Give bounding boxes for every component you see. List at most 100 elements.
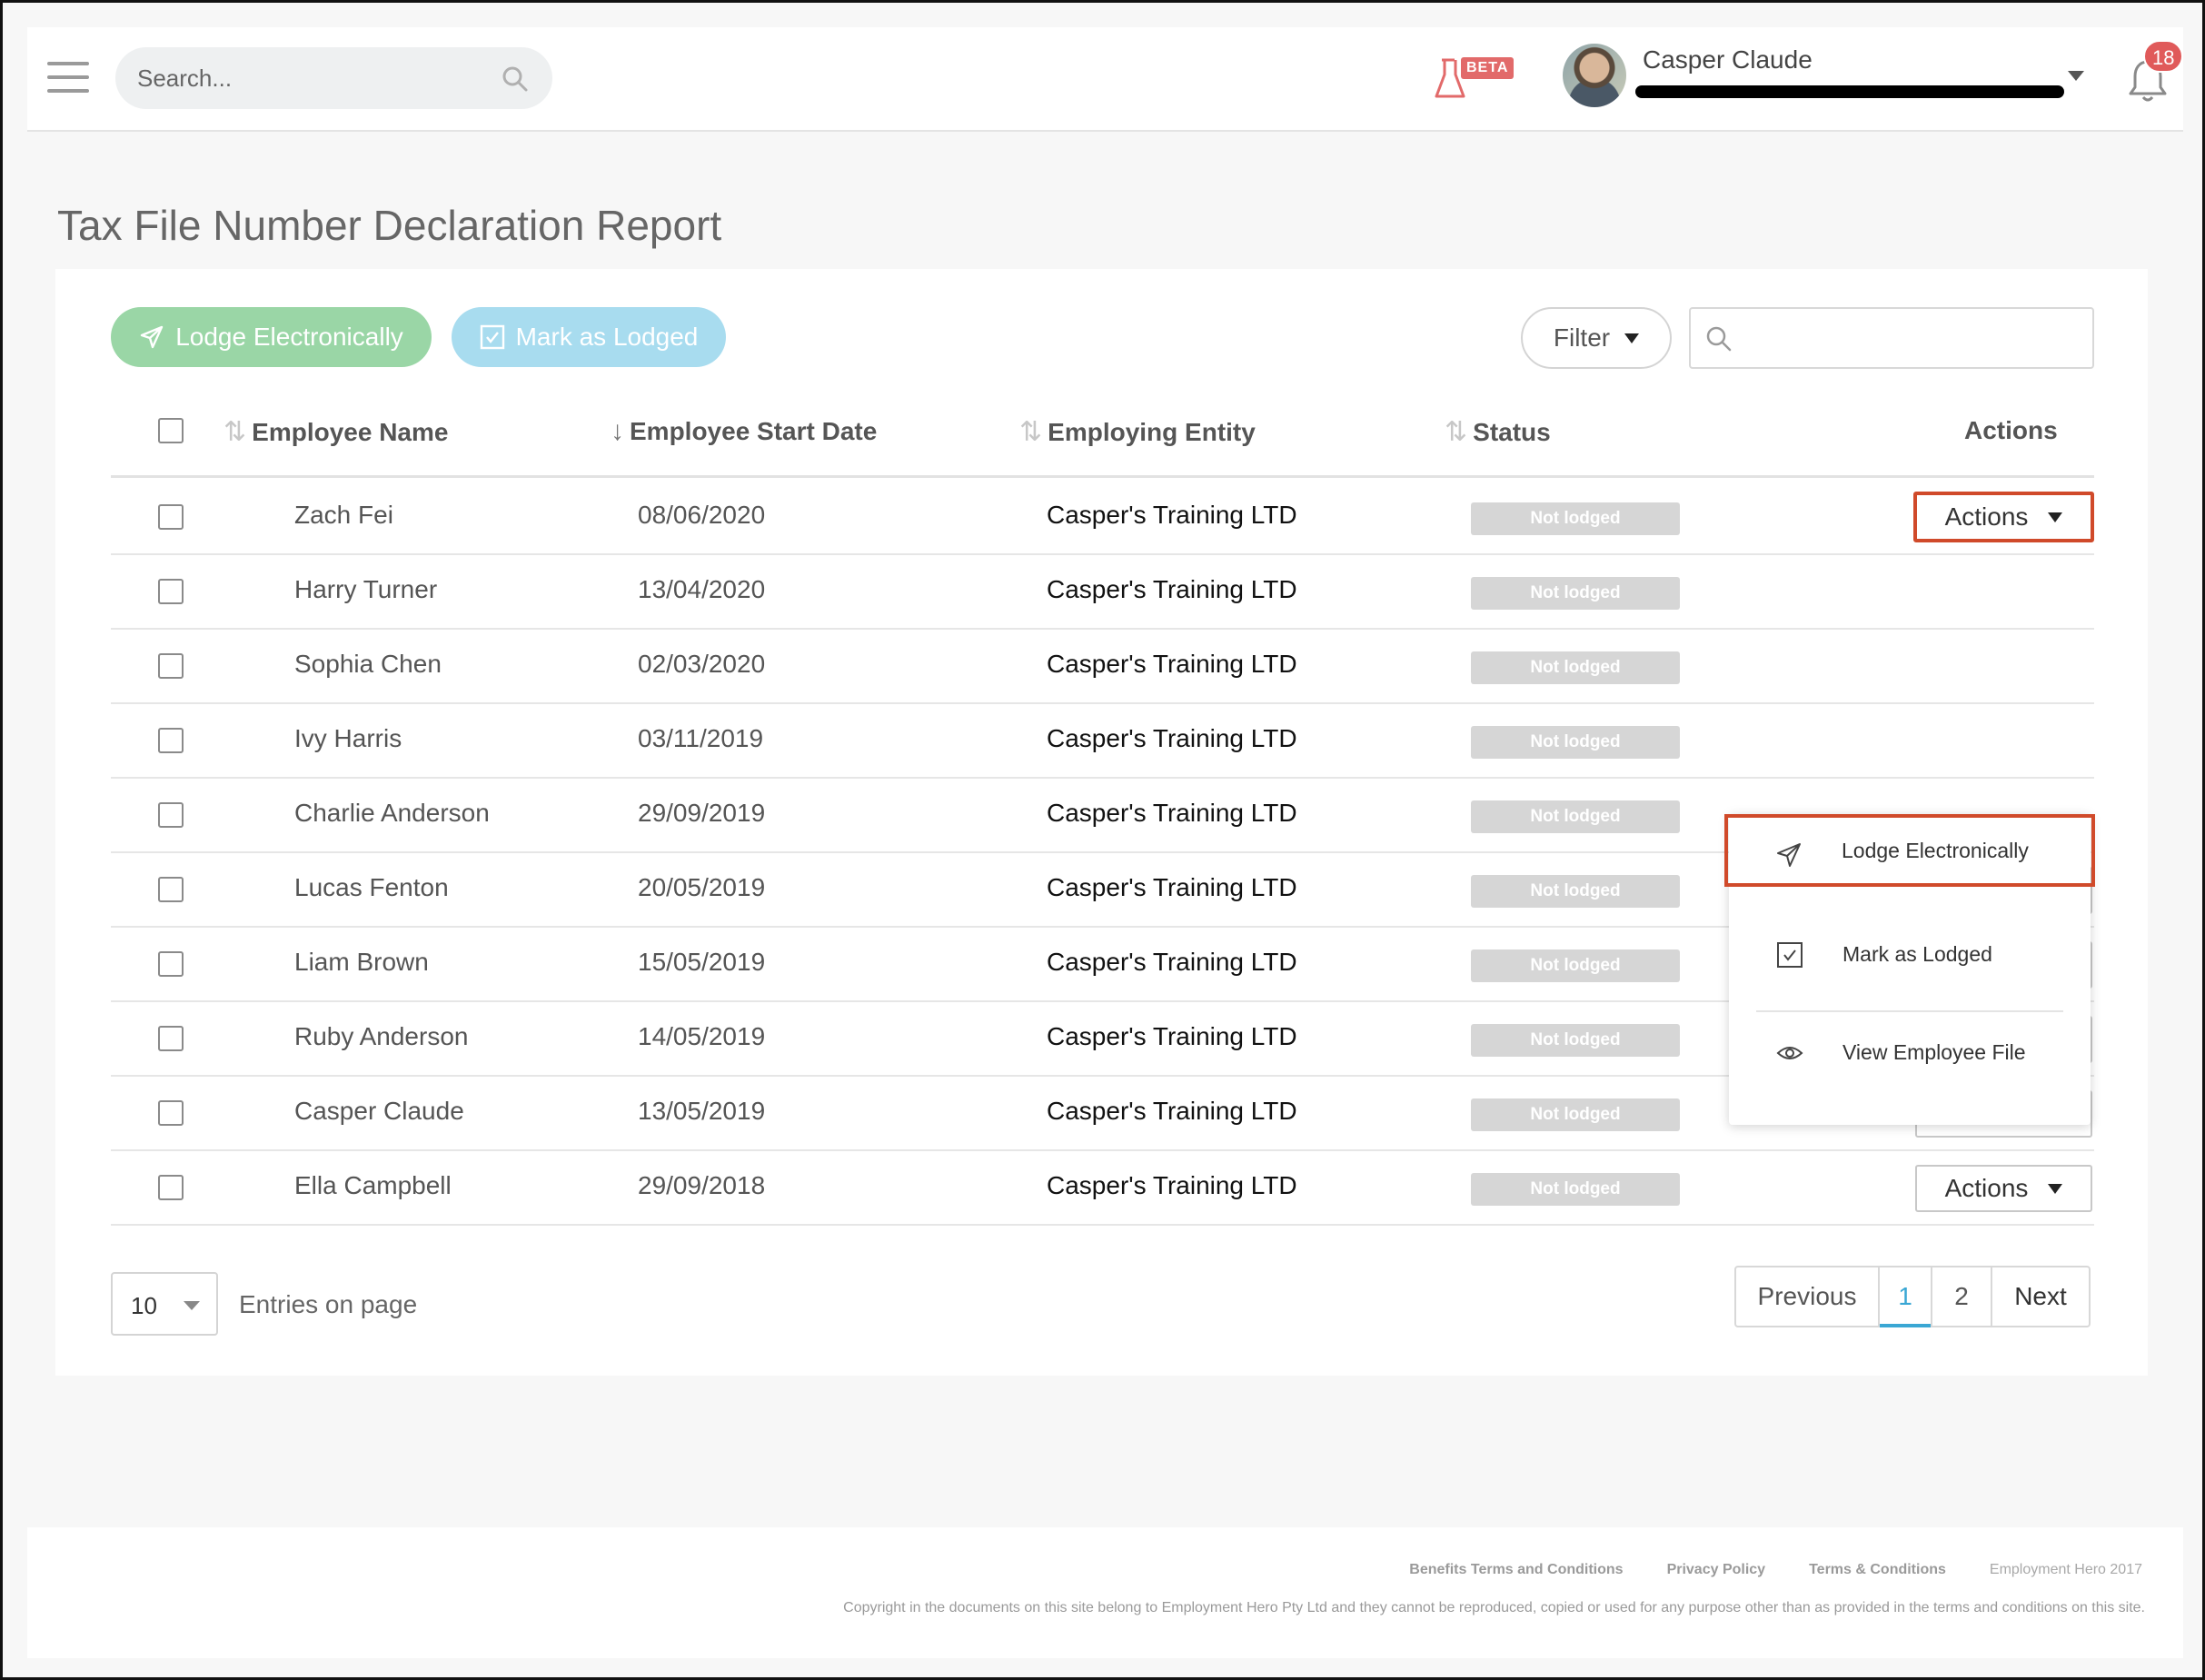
entries-value: 10 (131, 1292, 157, 1319)
top-header: BETA Casper Claude 18 (27, 27, 2184, 132)
sort-icon: ⇅ (1445, 417, 1468, 447)
employing-entity: Casper's Training LTD (1047, 650, 1297, 678)
row-checkbox[interactable] (158, 1100, 184, 1126)
mark-as-lodged-label: Mark as Lodged (515, 323, 699, 351)
eye-icon (1776, 1047, 1803, 1059)
caret-down-icon (184, 1301, 200, 1310)
row-checkbox[interactable] (158, 728, 184, 753)
page-title: Tax File Number Declaration Report (57, 202, 722, 249)
employee-start-date: 03/11/2019 (638, 724, 764, 752)
footer-brand: Employment Hero 2017 (1989, 1562, 2142, 1577)
table-search-input[interactable] (1745, 309, 2081, 367)
actions-button[interactable]: Actions (1915, 1165, 2092, 1212)
chevron-down-icon[interactable] (2068, 71, 2084, 81)
search-icon[interactable] (502, 65, 529, 93)
employing-entity: Casper's Training LTD (1047, 724, 1297, 752)
employee-name: Lucas Fenton (294, 873, 449, 901)
status-badge: Not lodged (1471, 502, 1680, 535)
employing-entity: Casper's Training LTD (1047, 501, 1297, 529)
table-row: Ivy Harris 03/11/2019 Casper's Training LT… (111, 704, 2094, 779)
employing-entity: Casper's Training LTD (1047, 1022, 1297, 1050)
column-start-date[interactable]: ↓ Employee Start Date (611, 416, 877, 447)
menu-item-lodge-electronically[interactable]: Lodge Electronically (1724, 814, 2095, 887)
global-search (115, 47, 552, 109)
employee-start-date: 13/04/2020 (638, 575, 766, 603)
column-employing-entity[interactable]: ⇅ Employing Entity (1019, 416, 1256, 448)
table-row: Harry Turner 13/04/2020 Casper's Training … (111, 555, 2094, 630)
menu-item-mark-as-lodged[interactable]: Mark as Lodged (1729, 918, 2091, 990)
employee-name: Ruby Anderson (294, 1022, 469, 1050)
previous-page-button[interactable]: Previous (1736, 1267, 1880, 1326)
menu-item-label: Mark as Lodged (1842, 941, 1992, 966)
row-checkbox[interactable] (158, 504, 184, 530)
employee-start-date: 13/05/2019 (638, 1097, 766, 1125)
table-row: Ella Campbell 29/09/2018 Casper's Training… (111, 1151, 2094, 1226)
employee-start-date: 29/09/2019 (638, 799, 766, 827)
entries-label: Entries on page (239, 1290, 418, 1318)
report-card: Lodge Electronically Mark as Lodged Filt… (55, 269, 2148, 1376)
employing-entity: Casper's Training LTD (1047, 799, 1297, 827)
column-employee-name[interactable]: ⇅ Employee Name (223, 416, 448, 448)
employee-name: Liam Brown (294, 948, 429, 976)
status-badge: Not lodged (1471, 1024, 1680, 1057)
actions-button[interactable]: Actions (1913, 492, 2094, 542)
lodge-electronically-button[interactable]: Lodge Electronically (111, 307, 432, 367)
paper-plane-icon (141, 325, 164, 349)
checkbox-icon (480, 324, 504, 350)
select-all-checkbox[interactable] (158, 418, 184, 443)
column-label: Actions (1964, 416, 2058, 444)
mark-as-lodged-button[interactable]: Mark as Lodged (452, 307, 726, 367)
row-checkbox[interactable] (158, 951, 184, 977)
row-checkbox[interactable] (158, 653, 184, 679)
avatar[interactable] (1563, 44, 1626, 107)
row-checkbox[interactable] (158, 1026, 184, 1051)
employing-entity: Casper's Training LTD (1047, 575, 1297, 603)
row-checkbox[interactable] (158, 802, 184, 828)
status-badge: Not lodged (1471, 651, 1680, 684)
employee-name: Casper Claude (294, 1097, 464, 1125)
employee-name: Sophia Chen (294, 650, 442, 678)
redacted-company-name (1635, 85, 2064, 98)
status-badge: Not lodged (1471, 577, 1680, 610)
column-label: Employee Name (252, 417, 449, 446)
table-row: Zach Fei 08/06/2020 Casper's Training LTD N… (111, 481, 2094, 555)
status-badge: Not lodged (1471, 1173, 1680, 1206)
column-actions: Actions (1964, 416, 2058, 445)
footer-link-benefits-terms[interactable]: Benefits Terms and Conditions (1409, 1562, 1623, 1578)
next-page-button[interactable]: Next (1992, 1267, 2089, 1326)
actions-label: Actions (1944, 1174, 2029, 1202)
table-search (1689, 307, 2094, 369)
column-status[interactable]: ⇅ Status (1445, 416, 1551, 448)
menu-icon[interactable] (47, 62, 89, 93)
actions-label: Actions (1944, 502, 2029, 531)
global-search-input[interactable] (137, 47, 492, 109)
employing-entity: Casper's Training LTD (1047, 873, 1297, 901)
column-label: Employing Entity (1048, 417, 1256, 446)
page-2-button[interactable]: 2 (1932, 1267, 1992, 1326)
menu-item-view-employee-file[interactable]: View Employee File (1729, 1016, 2091, 1089)
page-1-button[interactable]: 1 (1880, 1267, 1932, 1327)
employee-start-date: 02/03/2020 (638, 650, 766, 678)
employee-start-date: 14/05/2019 (638, 1022, 766, 1050)
employee-name: Ella Campbell (294, 1171, 452, 1199)
lodge-electronically-label: Lodge Electronically (175, 323, 403, 351)
pagination: Previous 1 2 Next (1734, 1266, 2091, 1327)
employee-name: Zach Fei (294, 501, 393, 529)
row-checkbox[interactable] (158, 579, 184, 604)
employee-start-date: 29/09/2018 (638, 1171, 766, 1199)
footer-link-terms-conditions[interactable]: Terms & Conditions (1809, 1562, 1946, 1578)
page-footer: Benefits Terms and Conditions Privacy Po… (27, 1527, 2183, 1658)
footer-link-privacy-policy[interactable]: Privacy Policy (1667, 1562, 1766, 1578)
row-checkbox[interactable] (158, 877, 184, 902)
employee-start-date: 15/05/2019 (638, 948, 766, 976)
paper-plane-icon (1777, 843, 1801, 867)
filter-button[interactable]: Filter (1521, 307, 1672, 369)
employee-start-date: 08/06/2020 (638, 501, 766, 529)
row-checkbox[interactable] (158, 1175, 184, 1200)
employing-entity: Casper's Training LTD (1047, 1171, 1297, 1199)
employee-name: Charlie Anderson (294, 799, 490, 827)
entries-per-page-select[interactable]: 10 (111, 1272, 218, 1336)
sort-icon: ⇅ (223, 417, 247, 447)
notification-count-badge[interactable]: 18 (2143, 40, 2184, 73)
user-name[interactable]: Casper Claude (1643, 45, 1813, 75)
